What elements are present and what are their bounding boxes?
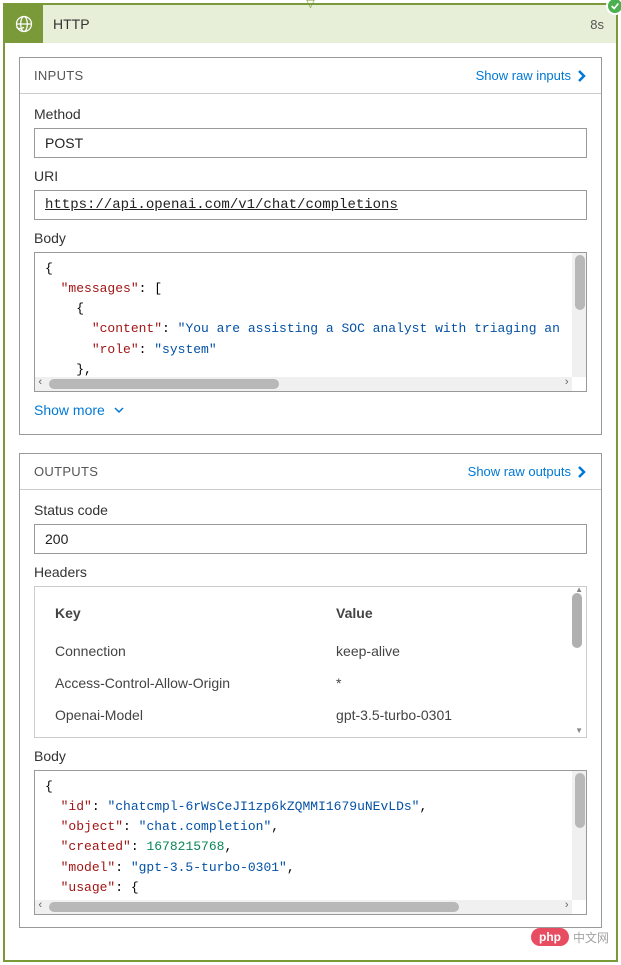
headers-header-row: Key Value: [55, 597, 566, 635]
flow-arrow-icon: ▽: [306, 0, 314, 10]
show-raw-outputs-link[interactable]: Show raw outputs: [468, 464, 587, 479]
method-value[interactable]: POST: [34, 128, 587, 158]
success-check-icon: [606, 0, 621, 15]
chevron-right-icon: [577, 69, 587, 83]
outputs-panel: OUTPUTS Show raw outputs Status code 200…: [19, 453, 602, 928]
outputs-panel-header: OUTPUTS Show raw outputs: [20, 454, 601, 490]
uri-label: URI: [34, 168, 587, 184]
table-row: Openai-Model gpt-3.5-turbo-0301: [55, 699, 566, 731]
vertical-scrollbar[interactable]: [572, 771, 586, 900]
horizontal-scrollbar[interactable]: [35, 377, 572, 391]
show-more-button[interactable]: Show more: [34, 392, 587, 422]
chevron-right-icon: [577, 465, 587, 479]
headers-label: Headers: [34, 564, 587, 580]
output-body-label: Body: [34, 748, 587, 764]
card-title: HTTP: [43, 16, 590, 32]
show-raw-inputs-link[interactable]: Show raw inputs: [476, 68, 587, 83]
inputs-panel: INPUTS Show raw inputs Method POST URI h…: [19, 57, 602, 435]
input-body-json[interactable]: { "messages": [ { "content": "You are as…: [34, 252, 587, 392]
status-code-value[interactable]: 200: [34, 524, 587, 554]
watermark: php 中文网: [531, 928, 609, 946]
uri-value[interactable]: https://api.openai.com/v1/chat/completio…: [34, 190, 587, 220]
body-label: Body: [34, 230, 587, 246]
table-row: Access-Control-Allow-Origin *: [55, 667, 566, 699]
duration-badge: 8s: [590, 17, 616, 32]
table-row: Connection keep-alive: [55, 635, 566, 667]
vertical-scrollbar[interactable]: [572, 593, 582, 648]
status-code-label: Status code: [34, 502, 587, 518]
http-action-card: ▽ HTTP 8s INPUTS Show raw inputs Method …: [3, 3, 618, 962]
card-header[interactable]: HTTP 8s: [5, 5, 616, 43]
inputs-panel-header: INPUTS Show raw inputs: [20, 58, 601, 94]
method-label: Method: [34, 106, 587, 122]
horizontal-scrollbar[interactable]: [35, 900, 572, 914]
headers-table[interactable]: Key Value Connection keep-alive Access-C…: [34, 586, 587, 738]
output-body-json[interactable]: { "id": "chatcmpl-6rWsCeJI1zp6kZQMMI1679…: [34, 770, 587, 915]
vertical-scrollbar[interactable]: [572, 253, 586, 377]
outputs-title: OUTPUTS: [34, 464, 98, 479]
inputs-title: INPUTS: [34, 68, 83, 83]
http-globe-icon: [5, 5, 43, 43]
chevron-down-icon: [113, 406, 125, 414]
